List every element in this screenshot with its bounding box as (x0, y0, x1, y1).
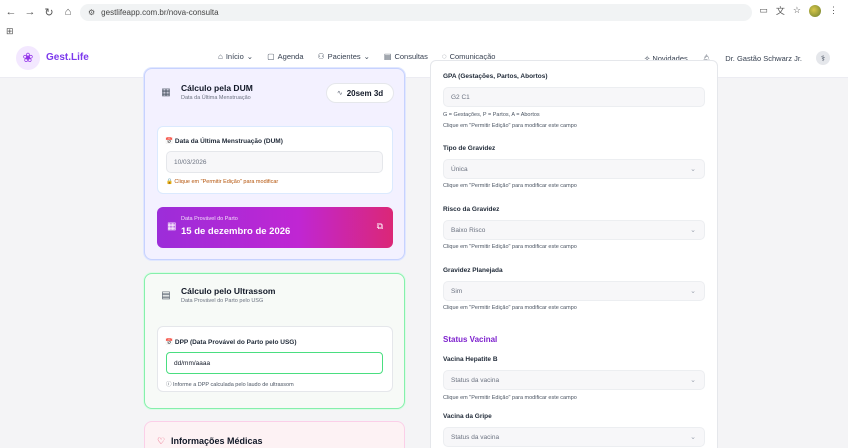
dum-field-label: 📅 Data da Última Menstruação (DUM) (165, 138, 283, 145)
dpp-result-banner: ▦ Data Provável do Parto 15 de dezembro … (157, 207, 393, 248)
hep-b-value: Status da vacina (451, 376, 500, 384)
flu-value: Status da vacina (451, 433, 500, 441)
chevron-down-icon: ⌄ (690, 377, 696, 384)
heart-icon: ♡ (157, 436, 166, 446)
flu-label: Vacina da Gripe (443, 413, 492, 420)
chevron-down-icon: ⌄ (690, 227, 696, 234)
home-icon[interactable]: ⌂ (60, 4, 76, 20)
document-icon: ▤ (383, 52, 392, 61)
chevron-down-icon: ⌄ (246, 52, 254, 61)
risk-value: Baixo Risco (451, 226, 486, 234)
logo-icon[interactable]: ❀ (16, 46, 40, 70)
dpp-value: 15 de dezembro de 2026 (181, 226, 291, 237)
users-icon: ⚇ (317, 52, 325, 61)
planned-hint: Clique em "Permitir Edição" para modific… (443, 305, 577, 311)
nav-pacientes[interactable]: ⚇ Pacientes ⌄ (318, 52, 370, 61)
nav-label: Consultas (394, 52, 428, 61)
usg-calculation-card: ▤ Cálculo pelo Ultrassom Data Provável d… (144, 273, 405, 409)
user-name[interactable]: Dr. Gastão Schwarz Jr. (725, 54, 802, 63)
risk-label: Risco da Gravidez (443, 206, 500, 213)
bookmark-star-icon[interactable]: ☆ (793, 5, 801, 16)
hep-b-hint: Clique em "Permitir Edição" para modific… (443, 395, 577, 401)
address-bar[interactable]: ⚙ gestlifeapp.com.br/nova-consulta (80, 4, 752, 21)
usg-field-card: 📅 DPP (Data Provável do Parto pelo USG) … (157, 326, 393, 392)
risk-hint: Clique em "Permitir Edição" para modific… (443, 244, 577, 250)
chevron-down-icon: ⌄ (690, 288, 696, 295)
calendar-icon: ▢ (267, 52, 275, 61)
medical-info-card[interactable]: ♡ Informações Médicas (144, 421, 405, 448)
calendar-icon: ▦ (167, 221, 177, 232)
dpp-label: Data Provável do Parto (181, 216, 238, 222)
nav-label: Agenda (277, 52, 304, 61)
pregnancy-type-select[interactable]: Única ⌄ (443, 159, 705, 179)
clipboard-icon: ▤ (161, 289, 171, 301)
nav-inicio[interactable]: ⌂ Início ⌄ (218, 52, 253, 61)
nav-agenda[interactable]: ▢ Agenda (267, 52, 303, 61)
apps-grid-icon[interactable]: ⊞ (6, 26, 14, 37)
flu-select[interactable]: Status da vacina ⌄ (443, 427, 705, 447)
dum-calculation-card: ▦ Cálculo pela DUM Data da Última Menstr… (144, 68, 405, 260)
home-icon: ⌂ (218, 52, 223, 61)
dum-date-input[interactable]: 10/03/2026 (166, 151, 383, 173)
nav-label: Início (225, 52, 244, 61)
browser-toolbar: ← → ↻ ⌂ ⚙ gestlifeapp.com.br/nova-consul… (0, 0, 848, 24)
gpa-legend: G = Gestações, P = Partos, A = Abortos (443, 112, 540, 118)
user-avatar[interactable]: ⚕ (816, 51, 830, 65)
hep-b-select[interactable]: Status da vacina ⌄ (443, 370, 705, 390)
dum-card-subtitle: Data da Última Menstruação (181, 95, 251, 101)
vaccine-section-title: Status Vacinal (443, 335, 498, 344)
gpa-label: GPA (Gestações, Partos, Abortos) (443, 73, 548, 80)
usg-card-title: Cálculo pelo Ultrassom (181, 286, 276, 296)
gpa-edit-hint: Clique em "Permitir Edição" para modific… (443, 123, 577, 129)
usg-info-hint: ⓘ Informe a DPP calculada pelo laudo de … (166, 382, 294, 388)
gestational-age-value: 20sem 3d (346, 88, 384, 98)
site-info-icon[interactable]: ⚙ (88, 8, 95, 17)
planned-value: Sim (451, 287, 463, 295)
usg-card-subtitle: Data Provável do Parto pelo USG (181, 298, 264, 304)
menu-dots-icon[interactable]: ⋮ (829, 5, 838, 16)
chevron-down-icon: ⌄ (363, 52, 370, 61)
planned-select[interactable]: Sim ⌄ (443, 281, 705, 301)
usg-dpp-input[interactable]: dd/mm/aaaa (166, 352, 383, 374)
chevron-down-icon: ⌄ (690, 166, 696, 173)
brand-name[interactable]: Gest.Life (46, 52, 89, 63)
cast-icon[interactable]: ▭ (759, 5, 768, 16)
planned-label: Gravidez Planejada (443, 267, 503, 274)
pregnancy-details-panel: GPA (Gestações, Partos, Abortos) G2 C1 G… (430, 60, 718, 448)
dum-edit-hint: 🔒 Clique em "Permitir Edição" para modif… (166, 179, 279, 185)
pregnancy-type-hint: Clique em "Permitir Edição" para modific… (443, 183, 577, 189)
translate-icon[interactable]: 文 (776, 4, 785, 17)
nav-consultas[interactable]: ▤ Consultas (384, 52, 428, 61)
usg-field-label: 📅 DPP (Data Provável do Parto pelo USG) (165, 339, 297, 346)
dum-card-title: Cálculo pela DUM (181, 83, 253, 93)
calendar-icon: ▦ (161, 86, 171, 98)
risk-select[interactable]: Baixo Risco ⌄ (443, 220, 705, 240)
chevron-down-icon: ⌄ (690, 434, 696, 441)
hep-b-label: Vacina Hepatite B (443, 356, 498, 363)
bookmarks-bar: ⊞ (0, 24, 848, 38)
back-icon[interactable]: ← (3, 4, 19, 20)
app-header: ❀ Gest.Life ⌂ Início ⌄ ▢ Agenda ⚇ Pacien… (0, 38, 848, 78)
pregnancy-type-value: Única (451, 165, 468, 173)
copy-icon[interactable]: ⧉ (377, 221, 383, 232)
browser-actions: ▭ 文 ☆ ⋮ (759, 4, 838, 17)
pregnancy-type-label: Tipo de Gravidez (443, 145, 496, 152)
gpa-input[interactable]: G2 C1 (443, 87, 705, 107)
gestational-age-badge: ∿ 20sem 3d (326, 83, 394, 103)
medical-info-title: Informações Médicas (171, 436, 263, 446)
activity-icon: ∿ (336, 90, 343, 97)
reload-icon[interactable]: ↻ (41, 4, 57, 20)
dum-field-card: 📅 Data da Última Menstruação (DUM) 10/03… (157, 126, 393, 194)
profile-avatar[interactable] (809, 4, 821, 17)
forward-icon[interactable]: → (22, 4, 38, 20)
nav-label: Pacientes (327, 52, 361, 61)
url-text: gestlifeapp.com.br/nova-consulta (101, 8, 219, 17)
